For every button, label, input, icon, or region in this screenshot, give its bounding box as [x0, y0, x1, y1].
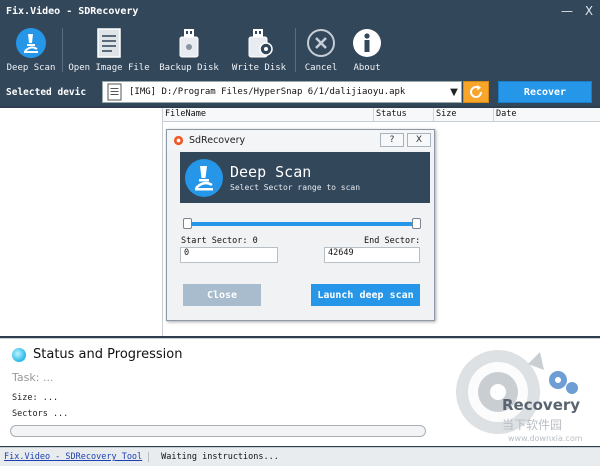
- deep-scan-button[interactable]: Deep Scan: [0, 22, 62, 78]
- minimize-button[interactable]: —: [556, 4, 578, 18]
- chevron-down-icon[interactable]: ▼: [447, 87, 461, 98]
- backup-disk-button[interactable]: Backup Disk: [155, 22, 223, 78]
- toolbar-label: About: [353, 63, 381, 73]
- toolbar-label: Write Disk: [231, 63, 287, 73]
- start-sector-label: Start Sector: 0: [181, 236, 258, 246]
- device-path: [IMG] D:/Program Files/HyperSnap 6/1/dal…: [129, 87, 406, 97]
- dialog-close-button[interactable]: X: [407, 133, 431, 147]
- device-select[interactable]: [IMG] D:/Program Files/HyperSnap 6/1/dal…: [102, 81, 462, 103]
- about-button[interactable]: About: [346, 22, 388, 78]
- refresh-icon: [470, 85, 483, 98]
- deep-scan-dialog: SdRecovery ? X Deep Scan Select Sector r…: [166, 129, 435, 321]
- toolbar: Deep Scan Open Image File Backup Disk Wr…: [0, 22, 600, 78]
- status-indicator-icon: [12, 347, 26, 362]
- usb-write-icon: [242, 26, 276, 60]
- slider-start-handle[interactable]: [183, 218, 192, 229]
- window-title: Fix.Video - SDRecovery: [6, 5, 139, 17]
- end-sector-label: End Sector:: [364, 236, 421, 246]
- column-header-size[interactable]: Size: [434, 108, 494, 121]
- app-link[interactable]: Fix.Video - SDRecovery Tool: [0, 452, 150, 462]
- sector-range-slider[interactable]: [183, 218, 421, 230]
- column-header-filename[interactable]: FileName: [163, 108, 374, 121]
- usb-drive-icon: [172, 26, 206, 60]
- document-icon: [92, 26, 126, 60]
- status-bar: Fix.Video - SDRecovery Tool Waiting inst…: [0, 447, 600, 466]
- status-heading: Status and Progression: [12, 347, 182, 362]
- file-icon: [107, 83, 122, 101]
- dialog-header-text: Deep Scan Select Sector range to scan: [230, 163, 360, 192]
- info-icon: [350, 26, 384, 60]
- watermark-brand: Recovery: [502, 396, 581, 414]
- column-header-date[interactable]: Date: [494, 108, 600, 121]
- dialog-title-bar: SdRecovery ? X: [167, 130, 434, 150]
- write-disk-button[interactable]: Write Disk: [223, 22, 295, 78]
- file-list-header: FileName Status Size Date: [163, 108, 600, 122]
- microscope-icon: [14, 26, 48, 60]
- recover-button[interactable]: Recover: [498, 81, 592, 103]
- size-text: Size: ...: [12, 393, 59, 403]
- toolbar-label: Deep Scan: [6, 63, 56, 73]
- start-sector-input[interactable]: 0: [180, 247, 278, 263]
- device-row: Selected devic [IMG] D:/Program Files/Hy…: [0, 78, 600, 106]
- watermark: Recovery 当下软件园 www.downxia.com: [446, 340, 596, 446]
- slider-end-handle[interactable]: [412, 218, 421, 229]
- close-window-button[interactable]: X: [578, 4, 600, 18]
- dialog-title: SdRecovery: [189, 134, 246, 146]
- dialog-header: Deep Scan Select Sector range to scan: [180, 152, 430, 203]
- help-button[interactable]: ?: [380, 133, 404, 147]
- cancel-button[interactable]: Cancel: [296, 22, 346, 78]
- title-bar: Fix.Video - SDRecovery — X: [0, 0, 600, 22]
- task-text: Task: ...: [12, 371, 54, 384]
- watermark-site: www.downxia.com: [508, 434, 583, 443]
- dialog-heading: Deep Scan: [230, 163, 312, 181]
- slider-track: [187, 222, 417, 226]
- column-header-status[interactable]: Status: [374, 108, 434, 121]
- microscope-icon: [185, 158, 223, 197]
- watermark-cn: 当下软件园: [502, 418, 563, 432]
- refresh-button[interactable]: [463, 81, 489, 103]
- sectors-text: Sectors ...: [12, 409, 69, 419]
- toolbar-label: Open Image File: [68, 63, 150, 73]
- status-message: Waiting instructions...: [161, 452, 279, 462]
- launch-deep-scan-button[interactable]: Launch deep scan: [311, 284, 420, 306]
- cancel-circle-icon: [304, 26, 338, 60]
- toolbar-label: Cancel: [304, 63, 338, 73]
- toolbar-label: Backup Disk: [159, 63, 219, 73]
- open-image-file-button[interactable]: Open Image File: [63, 22, 155, 78]
- close-button[interactable]: Close: [183, 284, 261, 306]
- status-title: Status and Progression: [33, 347, 183, 362]
- progress-bar: [10, 425, 426, 437]
- end-sector-input[interactable]: 42649: [324, 247, 420, 263]
- selected-device-label: Selected devic: [6, 86, 87, 98]
- folder-tree-pane[interactable]: [0, 108, 163, 336]
- app-logo-icon: [173, 135, 184, 145]
- dialog-subheading: Select Sector range to scan: [230, 183, 361, 192]
